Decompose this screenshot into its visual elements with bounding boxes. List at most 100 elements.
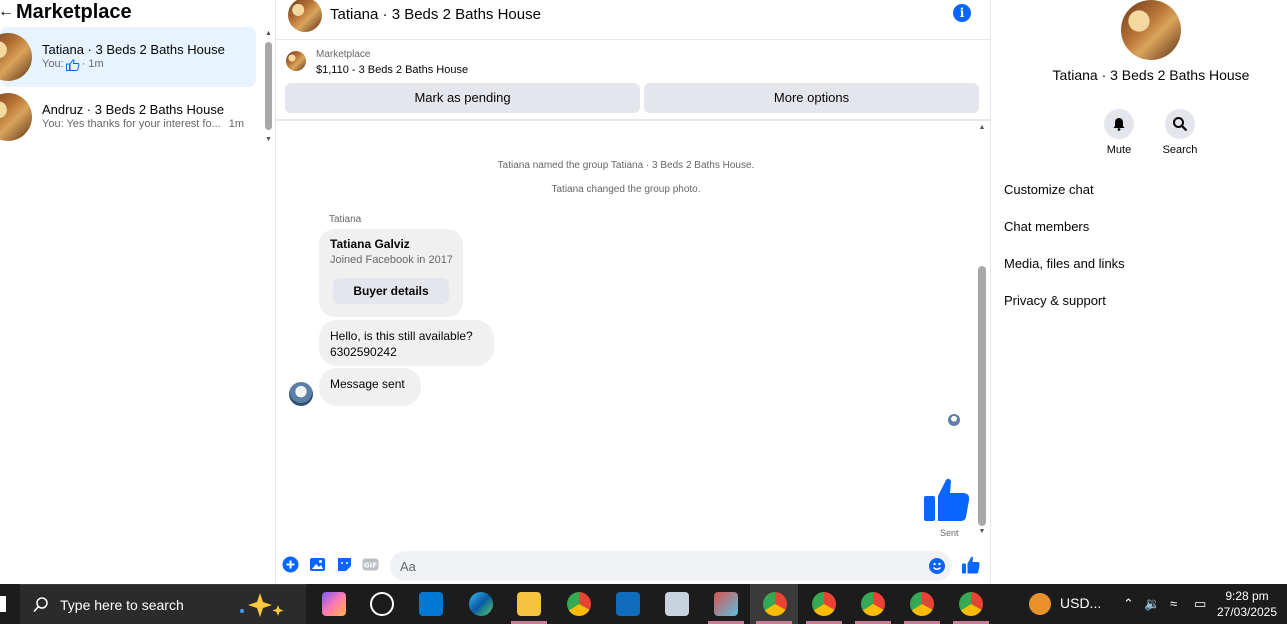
message-bubble[interactable]: Hello, is this still available? 63025902… bbox=[319, 320, 494, 366]
sticker-icon[interactable] bbox=[336, 556, 353, 573]
customize-chat-row[interactable]: Customize chat⌄ bbox=[1004, 182, 1287, 197]
sender-avatar[interactable] bbox=[289, 382, 313, 406]
chat-members-row[interactable]: Chat members⌄ bbox=[1004, 219, 1287, 234]
clock-date: 27/03/2025 bbox=[1216, 605, 1278, 619]
taskbar-clock[interactable]: 9:28 pm 27/03/2025 bbox=[1212, 588, 1282, 620]
edge-browser-icon[interactable] bbox=[469, 592, 493, 616]
message-composer: GIF bbox=[276, 548, 990, 584]
scroll-up-arrow-icon[interactable]: ▲ bbox=[976, 124, 988, 131]
listing-source: Marketplace bbox=[316, 49, 371, 60]
search-action[interactable]: Search bbox=[1155, 109, 1205, 156]
sender-label: Tatiana bbox=[329, 214, 362, 225]
battery-icon[interactable]: ▭ bbox=[1194, 596, 1206, 612]
app-icon[interactable] bbox=[665, 592, 689, 616]
thumbs-up-icon bbox=[65, 59, 79, 72]
listing-detail[interactable]: $1,110 - 3 Beds 2 Baths House bbox=[316, 64, 468, 76]
chat-pane: Tatiana · 3 Beds 2 Baths House i Marketp… bbox=[276, 0, 990, 584]
conversation-item-tatiana[interactable]: Tatiana · 3 Beds 2 Baths House You: · 1m bbox=[0, 27, 256, 87]
conversation-item-andruz[interactable]: Andruz · 3 Beds 2 Baths House You: Yes t… bbox=[0, 87, 256, 147]
chrome-profile-icon[interactable] bbox=[861, 592, 885, 616]
thumbs-up-icon[interactable] bbox=[962, 556, 980, 574]
row-label: Privacy & support bbox=[1004, 293, 1106, 308]
conversation-name: Andruz · 3 Beds 2 Baths House bbox=[42, 102, 225, 117]
buyer-name: Tatiana Galviz bbox=[330, 237, 410, 251]
seen-indicator-avatar bbox=[948, 414, 960, 426]
row-label: Media, files and links bbox=[1004, 256, 1125, 271]
taskbar-search-placeholder: Type here to search bbox=[60, 596, 184, 613]
microsoft-store-icon[interactable] bbox=[419, 592, 443, 616]
more-options-button[interactable]: More options bbox=[644, 83, 979, 113]
message-text: 6302590242 bbox=[330, 345, 397, 359]
wifi-icon[interactable]: ≈ bbox=[1170, 596, 1177, 611]
preview-time: · 1m bbox=[81, 58, 104, 71]
conversation-list-scrollbar[interactable]: ▲ ▼ bbox=[264, 30, 273, 148]
scroll-up-arrow-icon[interactable]: ▲ bbox=[264, 30, 273, 37]
message-text: Hello, is this still available? bbox=[330, 329, 473, 343]
row-label: Chat members bbox=[1004, 219, 1090, 234]
message-text: Message sent bbox=[330, 377, 405, 391]
message-input[interactable] bbox=[390, 551, 952, 581]
listing-thumbnail bbox=[0, 33, 32, 81]
conversation-preview: You: · 1m bbox=[42, 58, 225, 72]
system-message: Tatiana named the group Tatiana · 3 Beds… bbox=[497, 160, 755, 171]
currency-widget-text[interactable]: USD... bbox=[1060, 595, 1101, 611]
outlook-icon[interactable] bbox=[616, 592, 640, 616]
message-thread: Tatiana named the group Tatiana · 3 Beds… bbox=[276, 122, 990, 542]
scroll-down-arrow-icon[interactable]: ▼ bbox=[976, 528, 988, 535]
group-name: Tatiana · 3 Beds 2 Baths House bbox=[1052, 67, 1250, 83]
chrome-profile-icon[interactable] bbox=[910, 592, 934, 616]
sent-status: Sent bbox=[940, 528, 959, 538]
mute-action[interactable]: Mute bbox=[1094, 109, 1144, 156]
windows-start-icon[interactable] bbox=[0, 596, 6, 612]
plus-circle-icon[interactable] bbox=[282, 556, 299, 573]
back-arrow-icon[interactable]: ← bbox=[0, 3, 14, 21]
emoji-icon[interactable] bbox=[929, 558, 945, 574]
scrollbar-thumb[interactable] bbox=[978, 266, 986, 526]
copilot-app-icon[interactable] bbox=[322, 592, 346, 616]
listing-thumbnail[interactable] bbox=[286, 51, 306, 71]
gif-icon[interactable]: GIF bbox=[362, 556, 379, 573]
preview-time: 1m bbox=[228, 118, 245, 131]
bell-icon[interactable] bbox=[1104, 109, 1134, 139]
pane-title: Marketplace bbox=[16, 0, 132, 23]
copilot-sparkle-icon bbox=[240, 593, 284, 617]
listing-thumbnail bbox=[0, 93, 32, 141]
chat-avatar[interactable] bbox=[288, 0, 322, 32]
mark-as-pending-button[interactable]: Mark as pending bbox=[285, 83, 640, 113]
listing-banner: Marketplace $1,110 - 3 Beds 2 Baths Hous… bbox=[276, 41, 990, 121]
volume-icon[interactable]: 🔉 bbox=[1144, 596, 1160, 612]
search-icon[interactable] bbox=[1165, 109, 1195, 139]
privacy-support-row[interactable]: Privacy & support⌄ bbox=[1004, 293, 1287, 308]
conversation-name: Tatiana · 3 Beds 2 Baths House bbox=[42, 42, 225, 57]
scrollbar-thumb[interactable] bbox=[265, 42, 272, 130]
row-label: Customize chat bbox=[1004, 182, 1094, 197]
info-icon[interactable]: i bbox=[953, 4, 971, 22]
buyer-profile-card: Tatiana Galviz Joined Facebook in 2017 B… bbox=[319, 229, 463, 317]
chevron-up-icon[interactable]: ⌃ bbox=[1123, 596, 1134, 612]
conversation-list-pane: ← Marketplace Tatiana · 3 Beds 2 Baths H… bbox=[0, 0, 275, 584]
mute-label: Mute bbox=[1106, 144, 1132, 156]
taskbar-search-box[interactable]: Type here to search bbox=[20, 584, 306, 624]
image-icon[interactable] bbox=[309, 556, 326, 573]
scroll-down-arrow-icon[interactable]: ▼ bbox=[264, 136, 273, 143]
chat-scrollbar[interactable]: ▲ ▼ bbox=[976, 124, 988, 542]
chat-info-pane: Tatiana · 3 Beds 2 Baths House Mute Sear… bbox=[991, 0, 1287, 584]
media-player-icon[interactable] bbox=[370, 592, 394, 616]
currency-widget-icon[interactable] bbox=[1029, 593, 1051, 615]
svg-text:GIF: GIF bbox=[364, 562, 377, 570]
search-icon bbox=[33, 596, 48, 612]
clock-time: 9:28 pm bbox=[1225, 589, 1269, 603]
paint-icon[interactable] bbox=[714, 592, 738, 616]
buyer-details-button[interactable]: Buyer details bbox=[333, 278, 449, 304]
chrome-profile-icon[interactable] bbox=[812, 592, 836, 616]
conversation-preview: You: Yes thanks for your interest fo... … bbox=[42, 118, 244, 132]
chrome-profile-icon[interactable] bbox=[763, 592, 787, 616]
chrome-icon[interactable] bbox=[567, 592, 591, 616]
chat-title[interactable]: Tatiana · 3 Beds 2 Baths House bbox=[330, 6, 541, 23]
file-explorer-icon[interactable] bbox=[517, 592, 541, 616]
group-photo[interactable] bbox=[1121, 0, 1181, 60]
preview-text: You: Yes thanks for your interest fo... bbox=[42, 118, 221, 131]
message-bubble[interactable]: Message sent bbox=[319, 368, 421, 406]
chrome-profile-icon[interactable] bbox=[959, 592, 983, 616]
media-files-links-row[interactable]: Media, files and links⌄ bbox=[1004, 256, 1287, 271]
